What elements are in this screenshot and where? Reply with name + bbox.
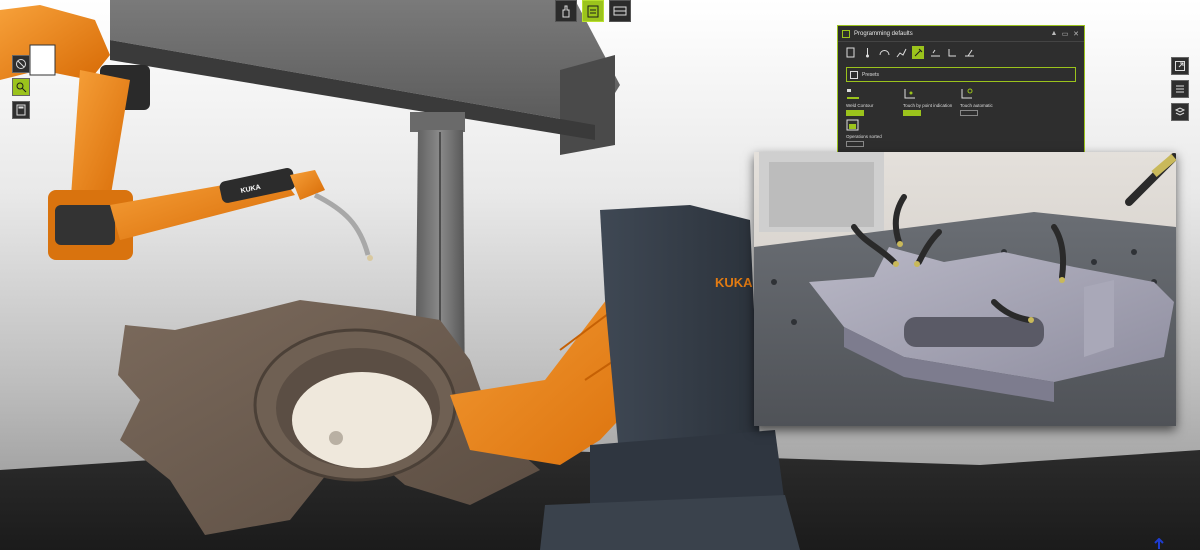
option-row: Weld Contour Touch by point indication T… bbox=[838, 82, 1084, 116]
option-touch-point: Touch by point indication bbox=[903, 88, 960, 116]
compass-button[interactable] bbox=[12, 55, 30, 73]
option-operations-sorted: Operations sorted bbox=[838, 116, 1084, 147]
weld-seam-icon bbox=[930, 49, 940, 57]
export-icon bbox=[1175, 61, 1185, 71]
brand-mark: KUKA bbox=[715, 275, 753, 290]
pin-icon[interactable]: ▲ bbox=[1050, 30, 1058, 38]
option-label: Weld Contour bbox=[846, 103, 874, 108]
operations-icon bbox=[964, 49, 974, 57]
touch-sense-icon bbox=[948, 49, 956, 57]
list-button[interactable] bbox=[1171, 80, 1189, 98]
gear-search-icon bbox=[16, 82, 27, 93]
gauge-icon bbox=[879, 50, 889, 56]
layers-button[interactable] bbox=[1171, 103, 1189, 121]
close-icon[interactable]: ✕ bbox=[1072, 30, 1080, 38]
layout-button[interactable] bbox=[609, 0, 631, 22]
option-touch-automatic: Touch automatic bbox=[960, 88, 1017, 116]
tab-touch-sense[interactable] bbox=[946, 46, 958, 59]
top-toolbar bbox=[555, 0, 631, 24]
panel-app-icon bbox=[842, 29, 850, 38]
tab-document[interactable] bbox=[844, 46, 856, 59]
clipboard-program-icon bbox=[587, 5, 599, 18]
option-weld-contour: Weld Contour bbox=[846, 88, 903, 116]
panel-header: Programming defaults ▲ ▭ ✕ bbox=[838, 26, 1084, 42]
gear-search-button[interactable] bbox=[12, 78, 30, 96]
weld-detail-scene bbox=[754, 152, 1176, 426]
option-label: Operations sorted bbox=[846, 134, 882, 139]
presets-label: Presets bbox=[862, 71, 879, 78]
list-icon bbox=[1176, 85, 1184, 93]
viewport-3d[interactable]: KUKA KUKA Programming defaults ▲ ▭ ✕ Pre… bbox=[0, 0, 1200, 550]
thermometer-icon bbox=[865, 48, 869, 58]
zoom-inset-view bbox=[754, 152, 1176, 426]
tab-gauge[interactable] bbox=[878, 46, 890, 59]
torch-icon bbox=[914, 48, 922, 57]
layout-icon bbox=[613, 6, 627, 16]
calculator-icon bbox=[16, 104, 26, 116]
program-button[interactable] bbox=[582, 0, 604, 22]
presets-button[interactable]: Presets bbox=[846, 67, 1076, 82]
export-button[interactable] bbox=[1171, 57, 1189, 75]
positioner-column bbox=[600, 205, 760, 465]
weld-contour-toggle[interactable] bbox=[846, 110, 864, 116]
tab-operations[interactable] bbox=[963, 46, 975, 59]
path-icon bbox=[896, 48, 906, 58]
touch-point-icon bbox=[904, 89, 915, 99]
axis-indicator-icon bbox=[1154, 538, 1164, 549]
robot-upper-arm bbox=[70, 70, 130, 210]
panel-tab-bar bbox=[838, 42, 1084, 61]
touch-point-toggle[interactable] bbox=[903, 110, 921, 116]
calculator-button[interactable] bbox=[12, 101, 30, 119]
welding-torch bbox=[313, 192, 371, 256]
minimize-icon[interactable]: ▭ bbox=[1061, 30, 1069, 38]
tab-thermometer[interactable] bbox=[861, 46, 873, 59]
layers-icon bbox=[1174, 107, 1186, 116]
tab-path[interactable] bbox=[895, 46, 907, 59]
weld-contour-icon bbox=[847, 89, 859, 99]
option-label: Touch automatic bbox=[960, 103, 993, 108]
tab-weld-seam[interactable] bbox=[929, 46, 941, 59]
programming-defaults-panel: Programming defaults ▲ ▭ ✕ Presets Weld … bbox=[837, 25, 1085, 153]
touch-automatic-icon bbox=[961, 88, 973, 99]
compass-icon bbox=[16, 59, 26, 69]
panel-title: Programming defaults bbox=[854, 30, 913, 37]
operations-sorted-toggle[interactable] bbox=[846, 141, 864, 147]
document-icon bbox=[846, 47, 854, 58]
left-toolbar bbox=[12, 55, 30, 119]
touch-automatic-toggle[interactable] bbox=[960, 110, 978, 116]
tab-torch[interactable] bbox=[912, 46, 924, 59]
hand-icon bbox=[562, 5, 570, 18]
right-toolbar bbox=[1171, 57, 1189, 121]
operations-sorted-icon bbox=[846, 119, 859, 131]
hand-button[interactable] bbox=[555, 0, 577, 22]
option-label: Touch by point indication bbox=[903, 103, 953, 108]
presets-icon bbox=[850, 70, 858, 79]
